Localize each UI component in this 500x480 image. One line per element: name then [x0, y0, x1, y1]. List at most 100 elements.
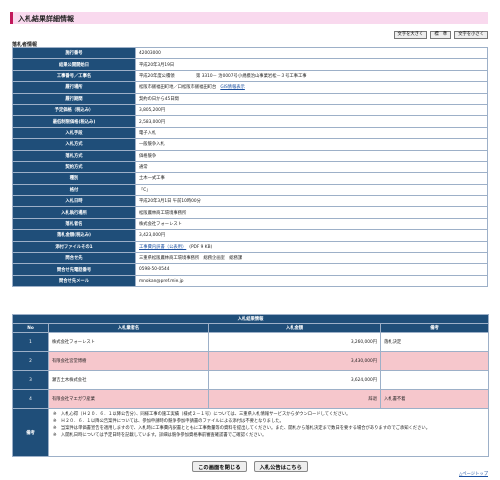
info-value-text: 土木一式工事 [139, 176, 165, 182]
info-value-text: 三重県松阪農林商工環境事務所 総務企画室 総務課 [139, 256, 243, 262]
info-value: 通常 [135, 160, 488, 174]
info-row: 結果公開開始日 平成20年3月19日 [12, 58, 488, 71]
page-title-bar: 入札結果詳細情報 [10, 12, 488, 24]
info-value-text: 電子入札 [139, 130, 157, 136]
bidder-name: 有限会社マエガワ産業 [48, 389, 209, 409]
info-row: 問合せ先メール mnokan@pref.mie.jp [12, 274, 488, 288]
bid-amount: 3,624,000円 [208, 370, 381, 390]
info-row: 履行場所 松阪市飯福田町地／口松阪市飯福田町台 GIS情報表示 [12, 81, 488, 94]
info-value: 平成20年3月19日 [135, 58, 488, 71]
info-value: 土木一式工事 [135, 172, 488, 185]
info-row: 問合せ先 三重県松阪農林商工環境事務所 総務企画室 総務課 [12, 252, 488, 265]
bidder-no: 3 [12, 370, 49, 390]
notes-text: ※ 入札心得（Ｈ２０．６．１以降公告分）、同様工事の施工実績（様式２－１号）につ… [47, 408, 490, 457]
info-row: 格付 「C」 [12, 183, 488, 197]
info-key: 予定価格（税込み） [12, 103, 136, 117]
info-key: 施行番号 [12, 46, 136, 60]
info-value-text: 価格競争 [139, 153, 157, 159]
text-standard-button[interactable]: 標 準 [430, 31, 452, 39]
info-row: 入札執行場所 松阪農林商工環境事務所 [12, 206, 488, 219]
bidder-name: 瀬吉土木株式会社 [48, 370, 209, 390]
info-key: 結果公開開始日 [12, 58, 136, 71]
table-row: 4 有限会社マエガワ産業 辞退 入札書不着 [12, 389, 490, 409]
col-name: 入札業者名 [48, 323, 209, 333]
info-key: 問合せ先 [12, 252, 136, 265]
info-key: 問合せ先メール [12, 274, 136, 288]
note-line: ※ 当案件は単価書宣告を適用しますので、入札時に工事費内訳書とともに工事数量等の… [53, 426, 430, 431]
info-row: 契約方式 通常 [12, 160, 488, 174]
info-value-text: 3,423,000円 [139, 233, 166, 239]
page-title: 入札結果詳細情報 [18, 14, 74, 23]
info-value: 株式会社フォーレスト [135, 217, 488, 231]
col-no: No [12, 323, 49, 333]
info-key: 入札執行場所 [12, 206, 136, 219]
info-key: 工事番号／工事名 [12, 69, 136, 83]
info-key: 入札手段 [12, 126, 136, 140]
table-row: 1 株式会社フォーレスト 3,260,000円 落札決定 [12, 332, 490, 352]
info-value-text: 契約の日から45日間 [139, 96, 179, 102]
info-key: 履行期間 [12, 92, 136, 105]
info-row: 入札方式 一般競争入札 [12, 138, 488, 151]
info-value-text: 平成20年度公積領 第 3310－ 治0007号小規模治山事業岩松－３号工事工事 [139, 73, 307, 79]
info-value: 松阪農林商工環境事務所 [135, 206, 488, 219]
info-value: 工事費内訳書（公表用） (PDF 9 KB) [135, 240, 488, 254]
info-value-text: 通常 [139, 165, 148, 171]
info-value-text: 株式会社フォーレスト [139, 222, 182, 228]
note-line: ※ Ｈ２０．６．１以降公告案件については、参加申請時の競争参加申請書のファイルに… [53, 419, 284, 424]
info-value: 電子入札 [135, 126, 488, 140]
text-larger-button[interactable]: 文字を大きく [393, 31, 428, 39]
text-smaller-button[interactable]: 文字を小さく [454, 31, 488, 39]
info-key: 種別 [12, 172, 136, 185]
bidder-no: 1 [12, 332, 49, 352]
info-value: 平成20年3月1日 午前10時00分 [135, 195, 488, 208]
info-key: 落札方式 [12, 149, 136, 162]
note-line: ※ 入札心得（Ｈ２０．６．１以降公告分）、同様工事の施工実績（様式２－１号）につ… [53, 412, 351, 417]
info-value-text: 42003000 [139, 50, 161, 56]
info-row: 入札手段 電子入札 [12, 126, 488, 140]
info-value: 契約の日から45日間 [135, 92, 488, 105]
info-key: 履行場所 [12, 81, 136, 94]
info-key: 最低制限価格(税込み) [12, 115, 136, 128]
bid-amount: 3,430,000円 [208, 351, 381, 371]
info-value-text: 「C」 [139, 187, 151, 193]
info-link[interactable]: 工事費内訳書（公表用） [139, 245, 186, 250]
info-key: 問合せ先電話番号 [12, 263, 136, 276]
info-value-text: 2,583,000円 [139, 119, 166, 125]
info-row: 最低制限価格(税込み) 2,583,000円 [12, 115, 488, 128]
info-row: 落札者名 株式会社フォーレスト [12, 217, 488, 231]
bid-remarks [379, 351, 490, 371]
info-value-text: 0598-50-0544 [139, 267, 170, 273]
bid-amount: 辞退 [208, 389, 381, 409]
info-value-text: 3,805,200円 [139, 108, 166, 114]
info-row: 施行番号 42003000 [12, 46, 488, 60]
table-row: 2 有限会社宮堂博樹 3,430,000円 [12, 351, 490, 371]
info-row: 予定価格（税込み） 3,805,200円 [12, 103, 488, 117]
info-value-text: 平成20年3月19日 [139, 62, 175, 68]
info-value: 42003000 [135, 46, 488, 60]
info-link[interactable]: GIS情報表示 [220, 85, 245, 90]
bidder-name: 有限会社宮堂博樹 [48, 351, 209, 371]
info-value-text: 一般競争入札 [139, 142, 165, 148]
notes-row: 備考 ※ 入札心得（Ｈ２０．６．１以降公告分）、同様工事の施工実績（様式２－１号）… [12, 408, 490, 457]
file-size: (PDF 9 KB) [189, 244, 213, 250]
info-value: 一般競争入札 [135, 138, 488, 151]
bid-remarks: 入札書不着 [379, 389, 490, 409]
info-value: 三重県松阪農林商工環境事務所 総務企画室 総務課 [135, 252, 488, 265]
bid-remarks: 落札決定 [379, 332, 490, 352]
info-row: 落札金額(税込み) 3,423,000円 [12, 229, 488, 242]
page: 入札結果詳細情報 文字を大きく 標 準 文字を小さく 落札者情報 施行番号 420… [0, 0, 500, 480]
info-value-text: 松阪市飯福田町地／口松阪市飯福田町台 [139, 85, 217, 91]
close-window-button[interactable]: この画面を閉じる [192, 461, 247, 472]
info-key: 入札方式 [12, 138, 136, 151]
bid-notice-button[interactable]: 入札公告はこちら [253, 461, 308, 472]
bidder-no: 2 [12, 351, 49, 371]
info-key: 入札日時 [12, 195, 136, 208]
page-top-link[interactable]: △ページトップ [459, 471, 488, 477]
info-value: 平成20年度公積領 第 3310－ 治0007号小規模治山事業岩松－３号工事工事 [135, 69, 488, 83]
info-row: 入札日時 平成20年3月1日 午前10時00分 [12, 195, 488, 208]
info-value-text: mnokan@pref.mie.jp [139, 278, 184, 284]
info-key: 契約方式 [12, 160, 136, 174]
notes-label: 備考 [12, 408, 49, 457]
info-row: 添付ファイルその1 工事費内訳書（公表用） (PDF 9 KB) [12, 240, 488, 254]
info-row: 落札方式 価格競争 [12, 149, 488, 162]
